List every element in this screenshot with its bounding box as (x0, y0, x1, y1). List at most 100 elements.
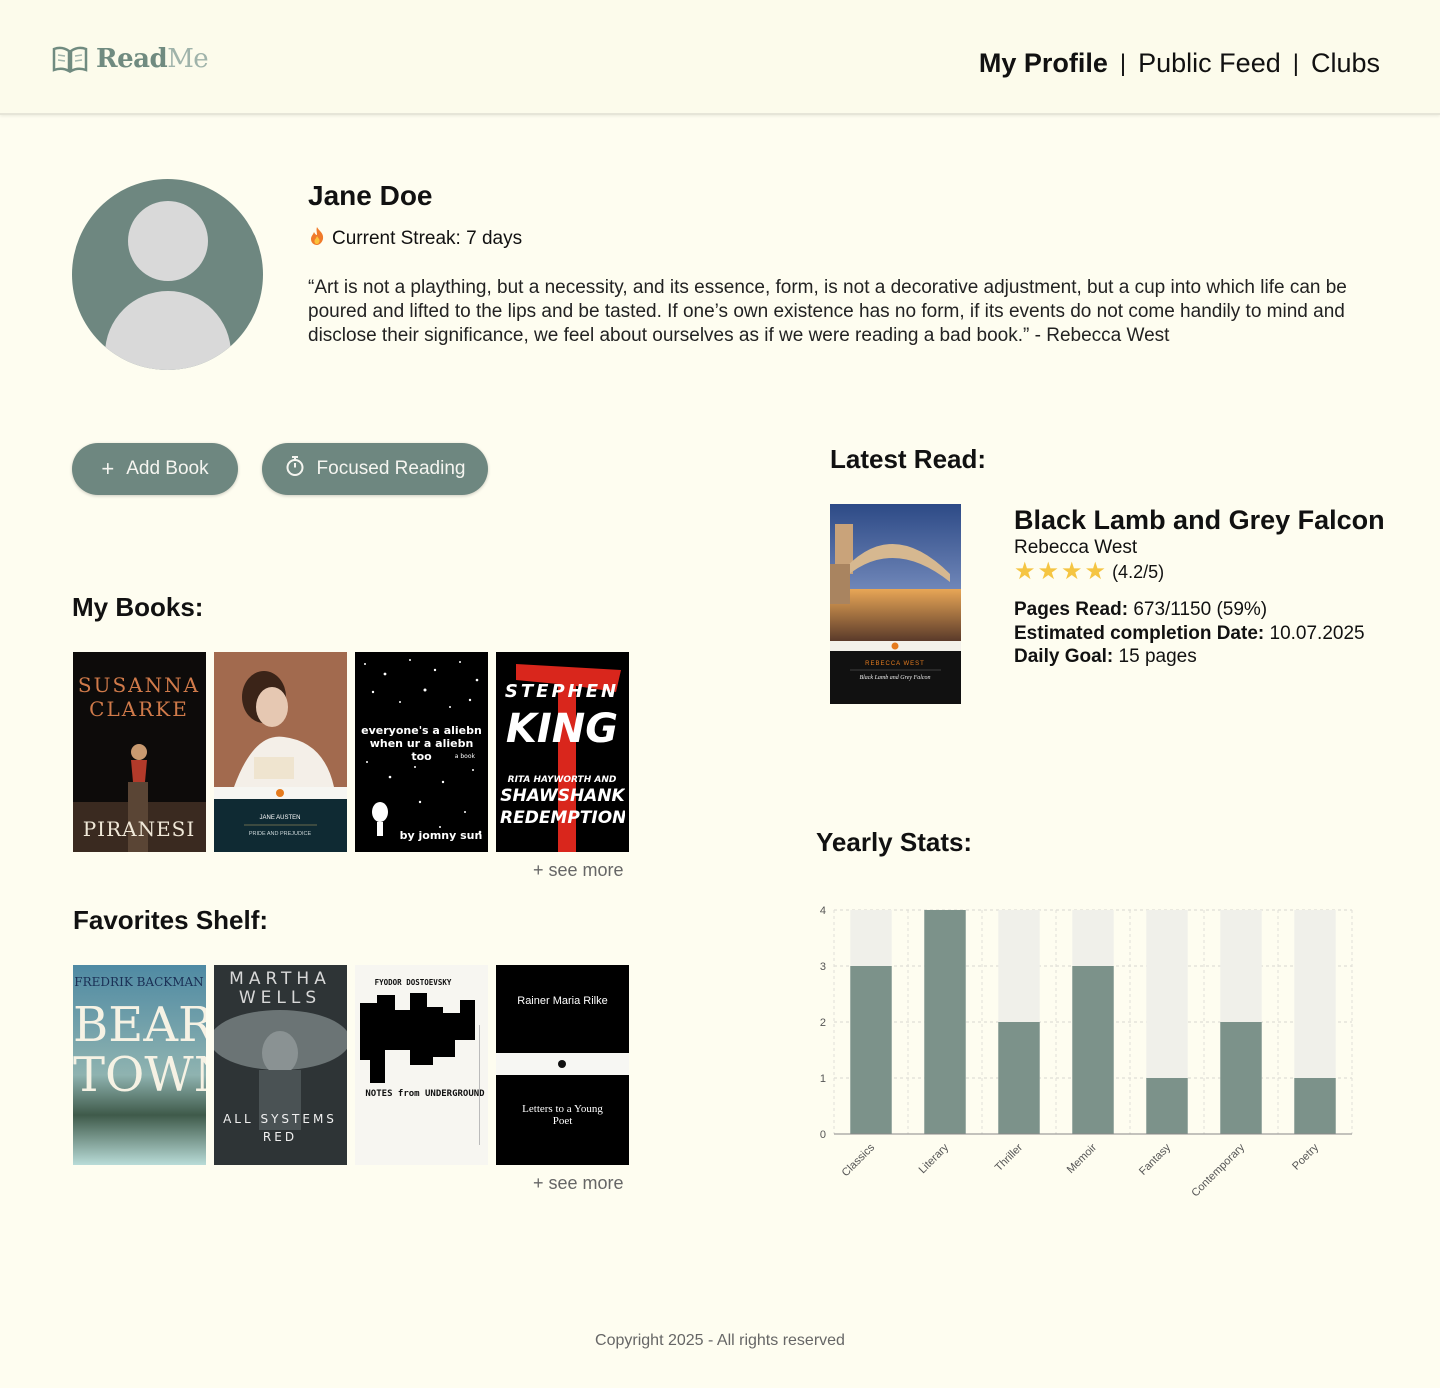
yearly-stats-heading: Yearly Stats: (816, 827, 973, 857)
logo-me: Me (167, 44, 209, 74)
y-tick-label: 4 (820, 905, 826, 917)
star-icon: ★ (1084, 558, 1107, 585)
book-cover-all-systems-red[interactable]: MARTHA WELLS ALL SYSTEMS RED (214, 965, 347, 1165)
star-icon: ★ (1037, 558, 1060, 585)
pages-read-label: Pages Read: (1014, 599, 1129, 620)
y-tick-label: 0 (820, 1129, 826, 1141)
completion-value: 10.07.2025 (1269, 622, 1365, 644)
x-tick-label: Classics (840, 1141, 878, 1179)
avatar-head (128, 201, 208, 281)
cover-author: WELLS (239, 988, 321, 1008)
book-cover-pride-and-prejudice[interactable]: JANE AUSTEN PRIDE AND PREJUDICE (214, 652, 347, 852)
add-book-button[interactable]: + Add Book (72, 443, 238, 495)
nav-separator: | (1292, 49, 1299, 77)
rating-text: (4.2/5) (1112, 561, 1165, 582)
cover-author: JANE AUSTEN (259, 815, 300, 821)
add-book-label: Add Book (126, 458, 209, 479)
cover-author: CLARKE (89, 697, 189, 721)
main-nav: My Profile | Public Feed | Clubs (979, 48, 1380, 79)
nav-my-profile[interactable]: My Profile (979, 48, 1108, 79)
bar-literary (924, 910, 966, 1134)
y-tick-label: 2 (820, 1017, 826, 1029)
book-cover-everyones-a-aliebn[interactable]: everyone's a aliebn when ur a aliebn too… (355, 652, 488, 852)
daily-goal-value: 15 pages (1118, 646, 1197, 667)
logo[interactable]: ReadMe (52, 44, 209, 74)
completion-row: Estimated completion Date: 10.07.2025 (1014, 622, 1365, 646)
daily-goal-row: Daily Goal: 15 pages (1014, 645, 1365, 669)
cover-title: RED (263, 1130, 297, 1144)
profile-quote: “Art is not a plaything, but a necessity… (308, 277, 1347, 346)
plus-icon: + (101, 456, 115, 481)
streak: Current Streak: 7 days (308, 226, 522, 251)
flame-icon (308, 226, 326, 251)
cover-title: Black Lamb and Grey Falcon (859, 675, 930, 681)
my-books-see-more-link[interactable]: + see more (533, 860, 624, 881)
cover-author: REBECCA WEST (865, 661, 925, 667)
star-icon: ★ (1061, 558, 1083, 585)
book-cover-letters-to-a-young-poet[interactable]: Rainer Maria Rilke Letters to a Young Po… (496, 965, 629, 1165)
footer-copyright: Copyright 2025 - All rights reserved (595, 1332, 845, 1349)
open-book-icon (52, 46, 88, 74)
cover-author: STEPHEN (505, 681, 619, 702)
logo-text: ReadMe (96, 44, 209, 74)
star-icon: ★ (1014, 558, 1036, 585)
cover-author: FREDRIK BACKMAN (74, 975, 203, 989)
star-rating: ★ ★ ★ ★ (4.2/5) (1014, 560, 1164, 584)
my-books-heading: My Books: (72, 592, 204, 622)
top-header: ReadMe My Profile | Public Feed | Clubs (0, 0, 1440, 115)
cover-title: PIRANESI (83, 817, 196, 841)
book-cover-beartown[interactable]: FREDRIK BACKMAN BEAR TOWN (73, 965, 206, 1165)
daily-goal-label: Daily Goal: (1014, 646, 1114, 667)
favorites-see-more-link[interactable]: + see more (533, 1173, 624, 1194)
x-tick-label: Fantasy (1137, 1141, 1174, 1178)
cover-author: KING (506, 706, 618, 752)
cover-author: FYODOR DOSTOEVSKY (375, 978, 452, 987)
latest-book-title[interactable]: Black Lamb and Grey Falcon (1014, 505, 1385, 536)
cover-title: Letters to a Young Poet (522, 1103, 603, 1127)
cover-author: MARTHA (229, 969, 331, 989)
stopwatch-icon (285, 455, 305, 483)
focused-reading-button[interactable]: Focused Reading (262, 443, 488, 495)
y-tick-label: 3 (820, 961, 826, 973)
nav-separator: | (1119, 49, 1127, 77)
cover-subtitle: RITA HAYWORTH AND (508, 775, 617, 785)
book-cover-black-lamb[interactable]: REBECCA WEST Black Lamb and Grey Falcon (830, 504, 961, 704)
y-tick-label: 1 (820, 1073, 826, 1085)
bar-memoir (1072, 966, 1114, 1134)
book-cover-shawshank[interactable]: STEPHEN KING RITA HAYWORTH AND SHAWSHANK… (496, 652, 629, 852)
cover-subtitle: a book (455, 753, 476, 760)
pages-read-row: Pages Read: 673/1150 (59%) (1014, 598, 1365, 622)
x-tick-label: Thriller (993, 1141, 1025, 1173)
cover-title: BEAR TOWN (73, 1000, 206, 1103)
x-tick-label: Memoir (1065, 1141, 1100, 1176)
latest-read-heading: Latest Read: (830, 444, 987, 474)
x-tick-label: Literary (917, 1141, 952, 1176)
cover-author: Rainer Maria Rilke (517, 995, 608, 1007)
bar-poetry (1294, 1078, 1336, 1134)
bar-thriller (998, 1022, 1040, 1134)
cover-author: SUSANNA (78, 673, 200, 697)
cover-title: ALL SYSTEMS (223, 1112, 337, 1126)
cover-author: by jomny sun (400, 829, 483, 842)
latest-book-author: Rebecca West (1014, 537, 1138, 558)
book-cover-piranesi[interactable]: SUSANNA CLARKE PIRANESI (73, 652, 206, 852)
pages-read-value: 673/1150 (59%) (1133, 599, 1268, 620)
avatar[interactable] (72, 179, 263, 370)
favorites-heading: Favorites Shelf: (73, 905, 269, 935)
logo-read: Read (96, 44, 168, 74)
nav-public-feed[interactable]: Public Feed (1138, 48, 1281, 79)
streak-text: Current Streak: 7 days (332, 227, 523, 249)
x-tick-label: Poetry (1290, 1141, 1321, 1172)
bar-contemporary (1220, 1022, 1262, 1134)
bar-fantasy (1146, 1078, 1188, 1134)
yearly-stats-chart: 0 1 2 3 4 Classics Literary Thriller Memoir Fanta… (820, 905, 1353, 1199)
avatar-body (105, 291, 231, 370)
cover-title: PRIDE AND PREJUDICE (249, 831, 312, 837)
cover-title: NOTES from UNDERGROUND (365, 1089, 485, 1099)
profile-name: Jane Doe (308, 180, 433, 211)
cover-title: SHAWSHANK REDEMPTION (500, 786, 625, 828)
book-cover-notes-from-underground[interactable]: FYODOR DOSTOEVSKY NOTES from UNDERGROUND (355, 965, 488, 1165)
reading-stats: Pages Read: 673/1150 (59%) Estimated com… (1014, 598, 1365, 669)
nav-clubs[interactable]: Clubs (1311, 48, 1380, 79)
bar-classics (850, 966, 892, 1134)
